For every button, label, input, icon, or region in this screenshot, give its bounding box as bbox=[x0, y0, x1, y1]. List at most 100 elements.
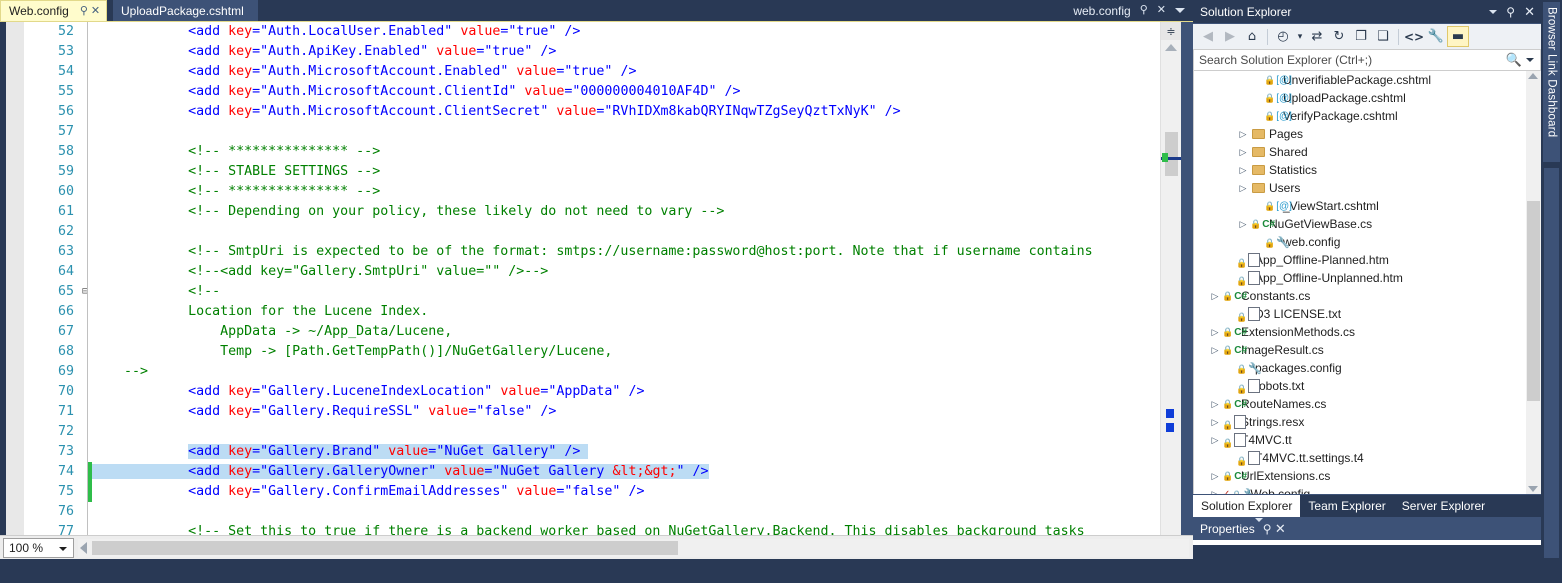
code-line[interactable]: 76 bbox=[24, 502, 1160, 522]
preview-selected-items-icon[interactable]: ▬ bbox=[1447, 26, 1469, 47]
code-line[interactable]: 73 <add key="Gallery.Brand" value="NuGet… bbox=[24, 442, 1160, 462]
tree-item-t4mvc-tt-settings-t4[interactable]: 🔒 T4MVC.tt.settings.t4 bbox=[1194, 449, 1541, 467]
sync-with-active-document-icon[interactable]: ⇄ bbox=[1306, 26, 1328, 47]
chevron-down-icon[interactable] bbox=[1175, 8, 1185, 13]
tab-solution-explorer[interactable]: Solution Explorer bbox=[1193, 495, 1301, 517]
chevron-right-icon[interactable]: ▷ bbox=[1236, 219, 1250, 230]
pending-changes-dropdown-icon[interactable]: ▾ bbox=[1294, 26, 1306, 47]
pin-icon[interactable]: ⚲ bbox=[1263, 522, 1272, 536]
properties-icon[interactable]: 🔧 bbox=[1425, 26, 1447, 47]
chevron-right-icon[interactable]: ▷ bbox=[1236, 165, 1250, 176]
chevron-right-icon[interactable]: ▷ bbox=[1208, 345, 1222, 356]
code-line[interactable]: 52 <add key="Auth.LocalUser.Enabled" val… bbox=[24, 22, 1160, 42]
chevron-right-icon[interactable]: ▷ bbox=[1236, 129, 1250, 140]
code-line[interactable]: 72 bbox=[24, 422, 1160, 442]
chevron-right-icon[interactable]: ▷ bbox=[1208, 291, 1222, 302]
tree-item-strings-resx[interactable]: ▷ 🔒 Strings.resx bbox=[1194, 413, 1541, 431]
scroll-up-icon[interactable] bbox=[1165, 44, 1177, 51]
pin-icon[interactable]: ⚲ bbox=[80, 5, 88, 17]
tree-item-unverifiablepackage-cshtml[interactable]: 🔒[@] UnverifiablePackage.cshtml bbox=[1194, 71, 1541, 89]
tree-item-web-config[interactable]: 🔒🔧 web.config bbox=[1194, 233, 1541, 251]
scrollbar-thumb[interactable] bbox=[1527, 201, 1540, 401]
code-line[interactable]: 65 ⊟ <!-- bbox=[24, 282, 1160, 302]
chevron-right-icon[interactable]: ▷ bbox=[1208, 399, 1222, 410]
document-tab-web-config[interactable]: Web.config ⚲ ✕ bbox=[0, 0, 108, 21]
tree-item-shared[interactable]: ▷ Shared bbox=[1194, 143, 1541, 161]
search-icon[interactable]: 🔍 bbox=[1506, 52, 1522, 68]
code-line[interactable]: 67 AppData -> ~/App_Data/Lucene, bbox=[24, 322, 1160, 342]
tree-item-nugetviewbase-cs[interactable]: ▷ 🔒C# NuGetViewBase.cs bbox=[1194, 215, 1541, 233]
code-line[interactable]: 58 <!-- *************** --> bbox=[24, 142, 1160, 162]
scroll-down-icon[interactable] bbox=[1528, 486, 1538, 492]
refresh-icon[interactable]: ↻ bbox=[1328, 26, 1350, 47]
close-icon[interactable]: ✕ bbox=[1524, 5, 1535, 18]
tree-item-robots-txt[interactable]: 🔒 robots.txt bbox=[1194, 377, 1541, 395]
pending-changes-icon[interactable]: ◴ bbox=[1272, 26, 1294, 47]
tree-item-extensionmethods-cs[interactable]: ▷ 🔒C# ExtensionMethods.cs bbox=[1194, 323, 1541, 341]
search-solution-explorer-container[interactable]: 🔍 bbox=[1193, 49, 1541, 71]
search-input[interactable] bbox=[1194, 52, 1506, 68]
tree-item-app-offline-unplanned-htm[interactable]: 🔒 App_Offline-Unplanned.htm bbox=[1194, 269, 1541, 287]
chevron-right-icon[interactable]: ▷ bbox=[1208, 417, 1222, 428]
code-line[interactable]: 75 <add key="Gallery.ConfirmEmailAddress… bbox=[24, 482, 1160, 502]
document-tab-uploadpackage-cshtml[interactable]: UploadPackage.cshtml bbox=[113, 0, 258, 21]
tree-item-urlextensions-cs[interactable]: ▷ 🔒C# UrlExtensions.cs bbox=[1194, 467, 1541, 485]
code-line[interactable]: 54 <add key="Auth.MicrosoftAccount.Enabl… bbox=[24, 62, 1160, 82]
tree-item-web-config[interactable]: ▷✓🔒🔧Web.config bbox=[1194, 485, 1541, 494]
code-line[interactable]: 64 <!--<add key="Gallery.SmtpUri" value=… bbox=[24, 262, 1160, 282]
collapse-all-icon[interactable]: ❐ bbox=[1350, 26, 1372, 47]
tree-item-pages[interactable]: ▷ Pages bbox=[1194, 125, 1541, 143]
solution-explorer-tree[interactable]: 🔒[@] UnverifiablePackage.cshtml 🔒[@] Upload… bbox=[1193, 71, 1541, 494]
chevron-right-icon[interactable]: ▷ bbox=[1236, 183, 1250, 194]
code-line[interactable]: 70 <add key="Gallery.LuceneIndexLocation… bbox=[24, 382, 1160, 402]
code-line[interactable]: 69 --> bbox=[24, 362, 1160, 382]
chevron-right-icon[interactable]: ▷ bbox=[1208, 489, 1222, 495]
code-line[interactable]: 55 <add key="Auth.MicrosoftAccount.Clien… bbox=[24, 82, 1160, 102]
scroll-left-icon[interactable] bbox=[80, 541, 87, 554]
close-icon[interactable]: ✕ bbox=[1275, 521, 1286, 536]
editor-vertical-scrollbar[interactable]: ≑ bbox=[1160, 22, 1182, 559]
chevron-down-icon[interactable] bbox=[1489, 9, 1498, 14]
chevron-right-icon[interactable]: ▷ bbox=[1236, 147, 1250, 158]
tree-item-d3-license-txt[interactable]: 🔒 D3 LICENSE.txt bbox=[1194, 305, 1541, 323]
chevron-down-icon[interactable] bbox=[1526, 58, 1534, 62]
zoom-level-selector[interactable]: 100 % bbox=[3, 537, 74, 558]
code-line[interactable]: 66 Location for the Lucene Index. bbox=[24, 302, 1160, 322]
code-text-area[interactable]: 52 <add key="Auth.LocalUser.Enabled" val… bbox=[24, 22, 1160, 559]
indicator-margin[interactable] bbox=[6, 22, 24, 559]
code-line[interactable]: 74 <add key="Gallery.GalleryOwner" value… bbox=[24, 462, 1160, 482]
tree-item-users[interactable]: ▷ Users bbox=[1194, 179, 1541, 197]
tree-item-packages-config[interactable]: 🔒🔧 packages.config bbox=[1194, 359, 1541, 377]
tree-item-imageresult-cs[interactable]: ▷ 🔒C# ImageResult.cs bbox=[1194, 341, 1541, 359]
show-all-files-icon[interactable]: ❑ bbox=[1372, 26, 1394, 47]
chevron-right-icon[interactable]: ▷ bbox=[1208, 435, 1222, 446]
tab-server-explorer[interactable]: Server Explorer bbox=[1394, 495, 1493, 517]
tree-item-viewstart-cshtml[interactable]: 🔒[@] _ViewStart.cshtml bbox=[1194, 197, 1541, 215]
scroll-up-icon[interactable] bbox=[1528, 73, 1538, 79]
split-view-icon[interactable]: ≑ bbox=[1161, 22, 1181, 40]
chevron-right-icon[interactable]: ▷ bbox=[1208, 327, 1222, 338]
home-icon[interactable]: ⌂ bbox=[1241, 26, 1263, 47]
pin-icon[interactable]: ⚲ bbox=[1506, 6, 1515, 18]
tree-item-constants-cs[interactable]: ▷ 🔒C# Constants.cs bbox=[1194, 287, 1541, 305]
tree-item-statistics[interactable]: ▷ Statistics bbox=[1194, 161, 1541, 179]
outlining-collapse-icon[interactable]: ⊟ bbox=[80, 282, 90, 302]
code-line[interactable]: 71 <add key="Gallery.RequireSSL" value="… bbox=[24, 402, 1160, 422]
tab-team-explorer[interactable]: Team Explorer bbox=[1300, 495, 1393, 517]
code-line[interactable]: 59 <!-- STABLE SETTINGS --> bbox=[24, 162, 1160, 182]
code-line[interactable]: 63 <!-- SmtpUri is expected to be of the… bbox=[24, 242, 1160, 262]
close-icon[interactable]: ✕ bbox=[91, 5, 100, 17]
editor-horizontal-scrollbar[interactable] bbox=[78, 538, 1189, 557]
chevron-down-icon[interactable] bbox=[59, 546, 67, 551]
code-line[interactable]: 61 <!-- Depending on your policy, these … bbox=[24, 202, 1160, 222]
close-icon[interactable]: ✕ bbox=[1157, 5, 1166, 16]
chevron-down-icon[interactable] bbox=[1254, 517, 1263, 536]
code-line[interactable]: 68 Temp -> [Path.GetTempPath()]/NuGetGal… bbox=[24, 342, 1160, 362]
pin-icon[interactable]: ⚲ bbox=[1140, 5, 1148, 16]
code-line[interactable]: 57 bbox=[24, 122, 1160, 142]
code-line[interactable]: 62 bbox=[24, 222, 1160, 242]
tree-item-verifypackage-cshtml[interactable]: 🔒[@] VerifyPackage.cshtml bbox=[1194, 107, 1541, 125]
code-line[interactable]: 56 <add key="Auth.MicrosoftAccount.Clien… bbox=[24, 102, 1160, 122]
browser-link-dashboard-tab[interactable]: Browser Link Dashboard bbox=[1543, 2, 1560, 162]
tree-item-routenames-cs[interactable]: ▷ 🔒C# RouteNames.cs bbox=[1194, 395, 1541, 413]
